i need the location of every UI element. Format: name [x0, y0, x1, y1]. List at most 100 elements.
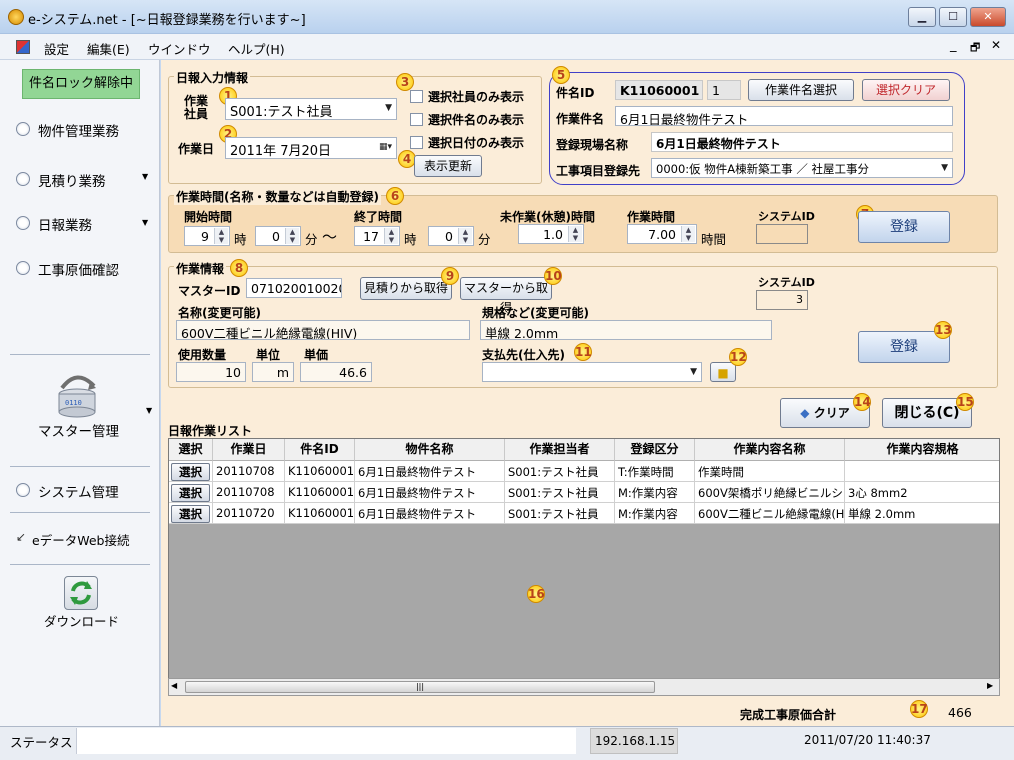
marker-5: 5: [552, 66, 570, 84]
master-db-icon[interactable]: 0110: [54, 368, 100, 418]
sidebar-item-web[interactable]: eデータWeb接続: [32, 530, 129, 549]
work-time-spinner[interactable]: 7.00 ▲ ▼: [627, 224, 697, 244]
sidebar-item-system[interactable]: システム管理: [38, 481, 119, 501]
qty-input[interactable]: 10: [176, 362, 246, 382]
refresh-icon[interactable]: [64, 576, 98, 610]
mdi-restore-icon[interactable]: 🗗: [970, 39, 980, 58]
folder-open-button[interactable]: ■: [710, 362, 736, 382]
refresh-button[interactable]: 表示更新: [414, 155, 482, 177]
work-sysid-label: システムID: [758, 276, 815, 289]
checkbox-worker-only[interactable]: [410, 90, 423, 103]
checkbox-case-only-label: 選択件名のみ表示: [428, 113, 525, 127]
scroll-thumb[interactable]: |||: [185, 681, 655, 693]
checkbox-worker-only-label: 選択社員のみ表示: [428, 90, 525, 104]
spinner-arrows-icon[interactable]: ▲ ▼: [681, 226, 695, 242]
unit-input[interactable]: m: [252, 362, 294, 382]
sidebar-radio-icon: [16, 172, 30, 186]
table-cell: 20110720: [213, 503, 285, 524]
row-select-button[interactable]: 選択: [171, 463, 210, 481]
minute-unit: 分: [478, 232, 491, 247]
table-cell: S001:テスト社員: [505, 482, 615, 503]
worker-select[interactable]: S001:テスト社員 ▼: [225, 98, 397, 120]
col-property: 物件名称: [355, 439, 505, 461]
vendor-select[interactable]: ▼: [482, 362, 702, 382]
time-register-button[interactable]: 登録: [858, 211, 950, 243]
date-picker-value: 2011年 7月20日: [230, 144, 332, 159]
work-time-unit: 時間: [701, 232, 727, 247]
dest-select[interactable]: 0000:仮 物件A棟新築工事 ／ 社屋工事分 ▼: [651, 158, 953, 178]
status-datetime: 2011/07/20 11:40:37: [804, 733, 931, 747]
scroll-left-icon[interactable]: ◀: [171, 681, 177, 690]
mdi-minimize-icon[interactable]: _: [950, 38, 957, 53]
spec-input[interactable]: 単線 2.0mm: [480, 320, 772, 340]
rest-time-spinner[interactable]: 1.0 ▲ ▼: [518, 224, 584, 244]
checkbox-case-only[interactable]: [410, 113, 423, 126]
spinner-arrows-icon[interactable]: ▲ ▼: [568, 226, 582, 242]
select-case-button[interactable]: 作業件名選択: [748, 79, 854, 101]
spinner-arrows-icon[interactable]: ▲ ▼: [214, 228, 228, 244]
site-name-label: 登録現場名称: [556, 138, 629, 152]
row-select-button[interactable]: 選択: [171, 484, 210, 502]
marker-3: 3: [396, 73, 414, 91]
horizontal-scrollbar[interactable]: ◀ ||| ▶: [168, 678, 1000, 696]
table-row[interactable]: 選択 20110720 K11060001 6月1日最終物件テスト S001:テ…: [169, 503, 999, 524]
sidebar-item-estimate[interactable]: 見積り業務: [38, 170, 106, 190]
marker-16: 16: [527, 585, 545, 603]
item-name-input[interactable]: 600V二種ビニル絶縁電線(HIV): [176, 320, 470, 340]
calendar-icon[interactable]: ▦▾: [379, 142, 392, 152]
checkbox-date-only-label: 選択日付のみ表示: [428, 136, 525, 150]
close-window-button[interactable]: ✕: [970, 7, 1006, 27]
date-picker[interactable]: 2011年 7月20日 ▦▾: [225, 137, 397, 159]
menu-settings[interactable]: 設定: [44, 39, 69, 58]
start-minute-spinner[interactable]: 0 ▲ ▼: [255, 226, 301, 246]
col-select: 選択: [169, 439, 213, 461]
sidebar-item-master[interactable]: マスター管理: [38, 420, 119, 440]
chevron-down-icon: ▼: [690, 367, 697, 377]
sidebar-divider: [10, 512, 150, 513]
price-label: 単価: [304, 348, 329, 362]
start-hour-spinner[interactable]: 9 ▲ ▼: [184, 226, 230, 246]
sidebar-radio-icon: [16, 122, 30, 136]
sidebar-item-download[interactable]: ダウンロード: [44, 611, 119, 630]
minute-unit: 分: [305, 232, 318, 247]
table-cell: 6月1日最終物件テスト: [355, 461, 505, 482]
from-master-button[interactable]: マスターから取得: [460, 277, 552, 315]
mdi-close-icon[interactable]: ✕: [991, 38, 1001, 52]
time-sysid-value: [756, 224, 808, 244]
vendor-label: 支払先(仕入先): [482, 348, 565, 362]
sidebar-item-property[interactable]: 物件管理業務: [38, 120, 119, 140]
work-info-group-label: 作業情報: [174, 260, 227, 277]
spinner-arrows-icon[interactable]: ▲ ▼: [384, 228, 398, 244]
minimize-button[interactable]: ▁: [908, 7, 936, 27]
sidebar-item-cost[interactable]: 工事原価確認: [38, 259, 119, 279]
lock-status-badge: 件名ロック解除中: [22, 69, 140, 99]
end-hour-spinner[interactable]: 17 ▲ ▼: [354, 226, 400, 246]
dest-select-value: 0000:仮 物件A棟新築工事 ／ 社屋工事分: [656, 162, 869, 176]
sidebar-item-daily[interactable]: 日報業務: [38, 214, 92, 234]
menu-window[interactable]: ウインドウ: [148, 39, 211, 58]
menu-help[interactable]: ヘルプ(H): [228, 39, 285, 58]
from-estimate-button[interactable]: 見積りから取得: [360, 277, 452, 300]
total-label: 完成工事原価合計: [740, 708, 837, 722]
clear-selection-button[interactable]: 選択クリア: [862, 79, 950, 101]
status-message: [76, 728, 576, 754]
maximize-button[interactable]: ☐: [939, 7, 967, 27]
price-input[interactable]: 46.6: [300, 362, 372, 382]
clear-button-label: クリア: [813, 406, 850, 420]
spinner-arrows-icon[interactable]: ▲ ▼: [458, 228, 472, 244]
spinner-arrows-icon[interactable]: ▲ ▼: [285, 228, 299, 244]
eraser-icon: ◆: [800, 406, 810, 420]
table-row[interactable]: 選択 20110708 K11060001 6月1日最終物件テスト S001:テ…: [169, 482, 999, 503]
master-id-input[interactable]: 071020010020: [246, 278, 342, 298]
table-row[interactable]: 選択 20110708 K11060001 6月1日最終物件テスト S001:テ…: [169, 461, 999, 482]
daily-work-table: 選択 作業日 件名ID 物件名称 作業担当者 登録区分 作業内容名称 作業内容規…: [168, 438, 1000, 696]
menu-edit[interactable]: 編集(E): [87, 39, 130, 58]
end-minute-spinner[interactable]: 0 ▲ ▼: [428, 226, 474, 246]
scroll-right-icon[interactable]: ▶: [987, 681, 993, 690]
checkbox-date-only[interactable]: [410, 136, 423, 149]
case-name-input[interactable]: 6月1日最終物件テスト: [615, 106, 953, 126]
row-select-button[interactable]: 選択: [171, 505, 210, 523]
hour-unit: 時: [234, 232, 247, 247]
window-title: e-システム.net - [~日報登録業務を行います~]: [28, 13, 306, 28]
sidebar-radio-icon: [16, 483, 30, 497]
